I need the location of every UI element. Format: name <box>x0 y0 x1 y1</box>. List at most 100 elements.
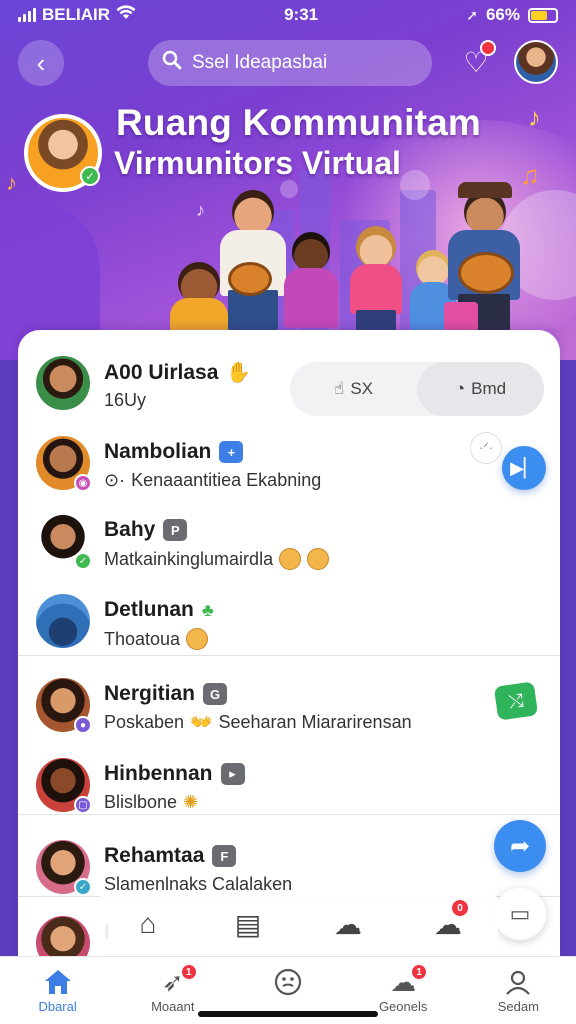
music-note-icon: ♪ <box>6 170 17 195</box>
community-subtitle: Virmunitors Virtual <box>114 145 401 181</box>
chat-row[interactable]: ▢ Hinbennan ▸ Blislbone ✺ <box>18 744 560 822</box>
hand-icon: ✋ <box>226 362 252 384</box>
chat-row[interactable]: ◉ Nambolian + ⊙· Kenaaantitiea Ekabning … <box>18 422 560 500</box>
toolbar-chat-button[interactable]: ☁ <box>318 894 378 954</box>
toolbar-notification-button[interactable]: ☁ 0 <box>418 894 478 954</box>
clap-icon: 👐 <box>190 712 213 732</box>
chat-name-row: Nambolian + <box>104 440 244 464</box>
chat-preview: Matkainkinglumairdla <box>104 548 274 569</box>
segment-option-sx[interactable]: ☝ SX <box>290 362 417 416</box>
segment-label: Bmd <box>471 379 507 398</box>
dots-icon: ·ᐟ· <box>478 440 494 455</box>
chat-preview-row: Blislbone ✺ <box>104 792 198 813</box>
chat-name: Bahy <box>104 518 156 541</box>
segmented-control: ☝ SX ◔ Bmd <box>290 362 544 416</box>
location-arrow-icon: ➚ <box>466 6 478 23</box>
chat-preview-row: ⊙· Kenaaantitiea Ekabning <box>104 470 321 491</box>
avatar: ▢ <box>36 758 92 814</box>
guitar-illustration <box>228 262 272 296</box>
chat-preview-row: Matkainkinglumairdla <box>104 548 330 570</box>
chat-name: Nergitian <box>104 682 196 705</box>
person-illustration <box>350 226 402 332</box>
status-icon: ✓ <box>74 878 92 896</box>
guitar-illustration <box>458 252 514 294</box>
search-input[interactable] <box>192 52 412 74</box>
community-avatar[interactable]: ✓ <box>24 114 102 192</box>
nav-label: Moaant <box>151 999 195 1014</box>
emoji-icon <box>186 628 209 650</box>
nav-label: Geonels <box>378 999 428 1014</box>
chat-tag: F <box>212 845 237 867</box>
emoji-icon <box>279 548 302 570</box>
avatar: ✓ <box>36 514 92 570</box>
bubble-decoration <box>400 170 430 200</box>
segment-label: SX <box>350 379 374 398</box>
emoji-icon <box>307 548 330 570</box>
chat-tag: + <box>219 441 244 463</box>
clock: 9:31 <box>284 5 319 24</box>
divider <box>18 655 560 656</box>
status-icon: ✓ <box>74 552 92 570</box>
chat-row[interactable]: A00 Uirlasa ✋ 16Uy ☝ SX ◔ Bmd <box>18 342 560 420</box>
chat-row[interactable]: ✓ Bahy P Matkainkinglumairdla <box>18 500 560 578</box>
chat-row[interactable]: Detlunan ♣ Thoatoua <box>18 580 560 658</box>
nav-item-sedam[interactable]: Sedam <box>463 957 573 1024</box>
chat-name-row: Rehamtaa F <box>104 844 237 868</box>
back-button[interactable]: ‹ <box>18 40 64 86</box>
chat-name-row: Hinbennan ▸ <box>104 762 245 786</box>
share-arrow-icon: ➦ <box>509 832 531 860</box>
chat-row[interactable]: ● Nergitian G Poskaben 👐 Seeharan Miarar… <box>18 664 560 742</box>
chat-name: A00 Uirlasa <box>104 360 219 384</box>
avatar <box>36 356 90 410</box>
community-title: Ruang Kommunitam <box>116 102 481 143</box>
hand-icon: ☝ <box>333 379 345 398</box>
floating-toolbar: ⌂ ▤ ☁ ☁ 0 <box>98 890 498 958</box>
nav-item-home[interactable]: Dbaral <box>3 957 113 1024</box>
notification-badge: 0 <box>450 898 470 918</box>
search-bar[interactable] <box>148 40 432 86</box>
chat-name-row: Detlunan ♣ <box>104 598 214 622</box>
compose-button[interactable]: ▭ <box>494 888 546 940</box>
nav-badge: 1 <box>410 963 429 981</box>
music-note-icon: ♫ <box>520 160 540 190</box>
status-icon: ▢ <box>74 796 92 814</box>
carrier-label: BELIAIR <box>42 5 110 24</box>
music-note-icon: ♪ <box>528 102 541 132</box>
music-note-icon: ♪ <box>196 200 205 220</box>
plant-icon: ♣ <box>201 599 214 620</box>
status-bar: BELIAIR 9:31 ➚ 66% <box>0 0 576 30</box>
wifi-icon <box>116 4 136 26</box>
toolbar-home-button[interactable]: ⌂ <box>118 894 178 954</box>
chat-name: Rehamtaa <box>104 844 205 867</box>
chat-name-row: Nergitian G <box>104 682 228 706</box>
verified-icon: ✓ <box>80 166 100 186</box>
person-illustration <box>284 232 338 332</box>
chat-preview: 16Uy <box>104 390 147 410</box>
battery-percent: 66% <box>485 5 520 24</box>
nav-label: Dbaral <box>38 999 77 1014</box>
toolbar-list-button[interactable]: ▤ <box>218 894 278 954</box>
sticker-icon[interactable]: ⤭ <box>493 681 539 721</box>
play-button[interactable]: ▶▏ <box>502 446 546 490</box>
chat-preview: Blislbone <box>104 792 178 812</box>
chat-tag: G <box>203 683 228 705</box>
home-icon <box>43 965 73 999</box>
person-illustration <box>218 190 288 330</box>
status-icon: ● <box>74 716 92 734</box>
profile-avatar[interactable] <box>514 40 558 84</box>
chat-name: Nambolian <box>104 440 212 463</box>
groups-icon: ☁ 1 <box>390 963 429 999</box>
share-button[interactable]: ➦ <box>494 820 546 872</box>
segment-option-bmd[interactable]: ◔ Bmd <box>417 362 544 416</box>
chat-tag: ▸ <box>220 763 245 785</box>
signal-icon <box>18 8 36 22</box>
favorites-button[interactable]: ♡ <box>456 40 496 82</box>
chat-preview: Poskaben <box>104 712 185 732</box>
chat-preview-row: Poskaben 👐 Seeharan Miararirensan <box>104 712 412 733</box>
avatar: ✓ <box>36 840 92 896</box>
notification-badge <box>480 40 496 56</box>
sparkle-icon: ✺ <box>183 792 199 812</box>
chat-preview: Kenaaantitiea Ekabning <box>131 470 322 490</box>
list-icon: ▤ <box>234 908 262 940</box>
more-options-button[interactable]: ·ᐟ· <box>470 432 502 464</box>
